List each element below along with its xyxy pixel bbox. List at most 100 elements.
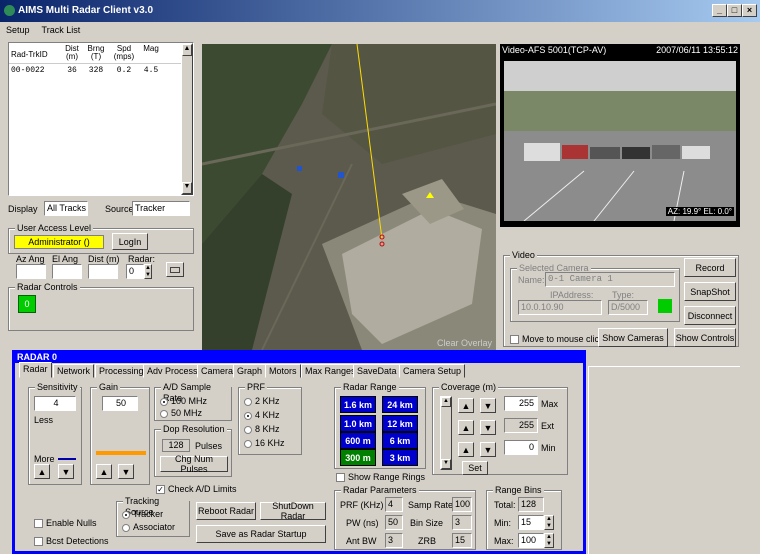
gain-down-button[interactable]: ▼ (118, 464, 134, 479)
sensitivity-input[interactable]: 4 (34, 396, 76, 411)
col-spd[interactable]: Spd (mps) (109, 45, 139, 61)
bins-max-spinner[interactable]: ▲ ▼ (544, 533, 554, 548)
menu-setup[interactable]: Setup (6, 25, 30, 35)
maximize-button[interactable]: □ (727, 4, 742, 17)
clear-overlay-link[interactable]: Clear Overlay (437, 338, 492, 348)
coverage-max-input[interactable]: 255 (504, 396, 538, 411)
tab-camera[interactable]: Camera (197, 364, 238, 378)
radar-spinner[interactable]: 0 (126, 264, 144, 279)
coverage-ext-input[interactable]: 255 (504, 418, 538, 433)
radar-control-0[interactable]: 0 (18, 295, 36, 313)
camera-icon[interactable] (166, 262, 184, 277)
bcst-detections-checkbox[interactable]: Bcst Detections (34, 536, 109, 547)
scroll-up-icon[interactable]: ▲ (182, 44, 192, 56)
show-controls-button[interactable]: Show Controls (674, 328, 736, 347)
scroll-down-icon[interactable]: ▼ (182, 182, 192, 194)
coverage-down-icon[interactable]: ▼ (441, 459, 451, 469)
tab-processing[interactable]: Processing (95, 364, 148, 378)
az-input[interactable] (16, 264, 46, 279)
coverage-up-icon[interactable]: ▲ (441, 397, 451, 407)
menu-track-list[interactable]: Track List (42, 25, 81, 35)
range-6km-button[interactable]: 6 km (382, 432, 418, 449)
coverage-min-down[interactable]: ▼ (480, 442, 496, 457)
col-brng[interactable]: Brng (T) (83, 45, 109, 61)
prf-2khz[interactable]: 2 KHz (244, 396, 280, 406)
map-canvas[interactable] (202, 44, 496, 350)
prf-8khz[interactable]: 8 KHz (244, 424, 280, 434)
range-24km-button[interactable]: 24 km (382, 396, 418, 413)
disconnect-button[interactable]: Disconnect (684, 306, 736, 325)
coverage-slider[interactable]: ▲ ▼ (440, 396, 452, 470)
coverage-min-input[interactable]: 0 (504, 440, 538, 455)
tab-camera-setup[interactable]: Camera Setup (399, 364, 466, 378)
col-dist[interactable]: Dist (m) (61, 45, 83, 61)
bins-max-label: Max: (494, 536, 514, 546)
coverage-min-up[interactable]: ▲ (458, 442, 474, 457)
sensitivity-down-button[interactable]: ▼ (58, 464, 74, 479)
prf-16khz[interactable]: 16 KHz (244, 438, 285, 448)
source-input[interactable]: Tracker (132, 201, 190, 216)
bins-min-label: Min: (494, 518, 512, 528)
video-frame[interactable]: AZ: 19.9° EL: 0.0° (500, 57, 740, 227)
show-range-rings-checkbox[interactable]: Show Range Rings (336, 472, 425, 483)
dist-input[interactable] (88, 264, 118, 279)
range-1-6km-button[interactable]: 1.6 km (340, 396, 376, 413)
bins-max-input[interactable]: 100 (518, 533, 544, 548)
range-12km-button[interactable]: 12 km (382, 415, 418, 432)
tab-max-ranges[interactable]: Max Ranges (301, 364, 360, 378)
range-600m-button[interactable]: 600 m (340, 432, 376, 449)
map-view[interactable]: Clear Overlay (202, 44, 496, 350)
minimize-button[interactable]: _ (712, 4, 727, 17)
bins-min-input[interactable]: 15 (518, 515, 544, 530)
radar-spinner-arrows[interactable]: ▲ ▼ (144, 264, 152, 279)
sensitivity-up-button[interactable]: ▲ (34, 464, 50, 479)
range-3km-button[interactable]: 3 km (382, 449, 418, 466)
prf-4khz[interactable]: 4 KHz (244, 410, 280, 420)
camera-select[interactable]: 0-1 Camera 1 (545, 272, 675, 287)
range-300m-button[interactable]: 300 m (340, 449, 376, 466)
reboot-radar-button[interactable]: Reboot Radar (196, 502, 256, 520)
sensitivity-less-label: Less (34, 415, 54, 425)
tab-motors[interactable]: Motors (265, 364, 301, 378)
shutdown-radar-button[interactable]: ShutDown Radar (260, 501, 326, 521)
close-button[interactable]: × (742, 4, 757, 17)
coverage-ext-up[interactable]: ▲ (458, 420, 474, 435)
coverage-ext-down[interactable]: ▼ (480, 420, 496, 435)
gain-input[interactable]: 50 (102, 396, 138, 411)
table-row[interactable]: 00-0022 36 328 0.2 4.5 (9, 64, 193, 77)
video-timestamp: 2007/06/11 13:55:12 (656, 45, 738, 55)
ip-label: IPAddress: (550, 290, 594, 300)
chg-num-pulses-button[interactable]: Chg Num Pulses (160, 454, 228, 474)
track-list[interactable]: Rad-TrkID Dist (m) Brng (T) Spd (mps) Ma… (8, 42, 194, 196)
show-cameras-button[interactable]: Show Cameras (598, 328, 668, 347)
display-select[interactable]: All Tracks (44, 201, 88, 216)
tab-savedata[interactable]: SaveData (353, 364, 401, 378)
check-ad-limits-checkbox[interactable]: ✓ Check A/D Limits (156, 484, 237, 495)
gain-up-button[interactable]: ▲ (96, 464, 112, 479)
coverage-max-down[interactable]: ▼ (480, 398, 496, 413)
tracking-associator[interactable]: Associator (122, 522, 175, 532)
login-button[interactable]: LogIn (112, 233, 148, 250)
record-button[interactable]: Record (684, 258, 736, 277)
coverage-max-up[interactable]: ▲ (458, 398, 474, 413)
col-mag[interactable]: Mag (139, 45, 163, 61)
tab-radar[interactable]: Radar (19, 362, 52, 378)
tab-graph[interactable]: Graph (233, 364, 267, 378)
save-startup-button[interactable]: Save as Radar Startup (196, 525, 326, 543)
range-1-0km-button[interactable]: 1.0 km (340, 415, 376, 432)
move-mouse-checkbox[interactable]: Move to mouse click (510, 334, 604, 345)
tab-adv-process[interactable]: Adv Process (143, 364, 202, 378)
el-input[interactable] (52, 264, 82, 279)
track-scrollbar[interactable]: ▲ ▼ (181, 43, 193, 195)
coverage-set-button[interactable]: Set (462, 461, 488, 475)
sample-rate-50[interactable]: 50 MHz (160, 408, 202, 418)
bins-min-spinner[interactable]: ▲ ▼ (544, 515, 554, 530)
tracking-tracker[interactable]: Tracker (122, 509, 163, 519)
snapshot-button[interactable]: SnapShot (684, 282, 736, 301)
camera-status-indicator (658, 299, 672, 313)
tab-network[interactable]: Network (53, 364, 95, 378)
enable-nulls-checkbox[interactable]: Enable Nulls (34, 518, 97, 529)
col-id[interactable]: Rad-TrkID (11, 45, 61, 61)
access-level-field: Administrator () (14, 235, 104, 249)
sample-rate-100[interactable]: 100 MHz (160, 396, 207, 406)
